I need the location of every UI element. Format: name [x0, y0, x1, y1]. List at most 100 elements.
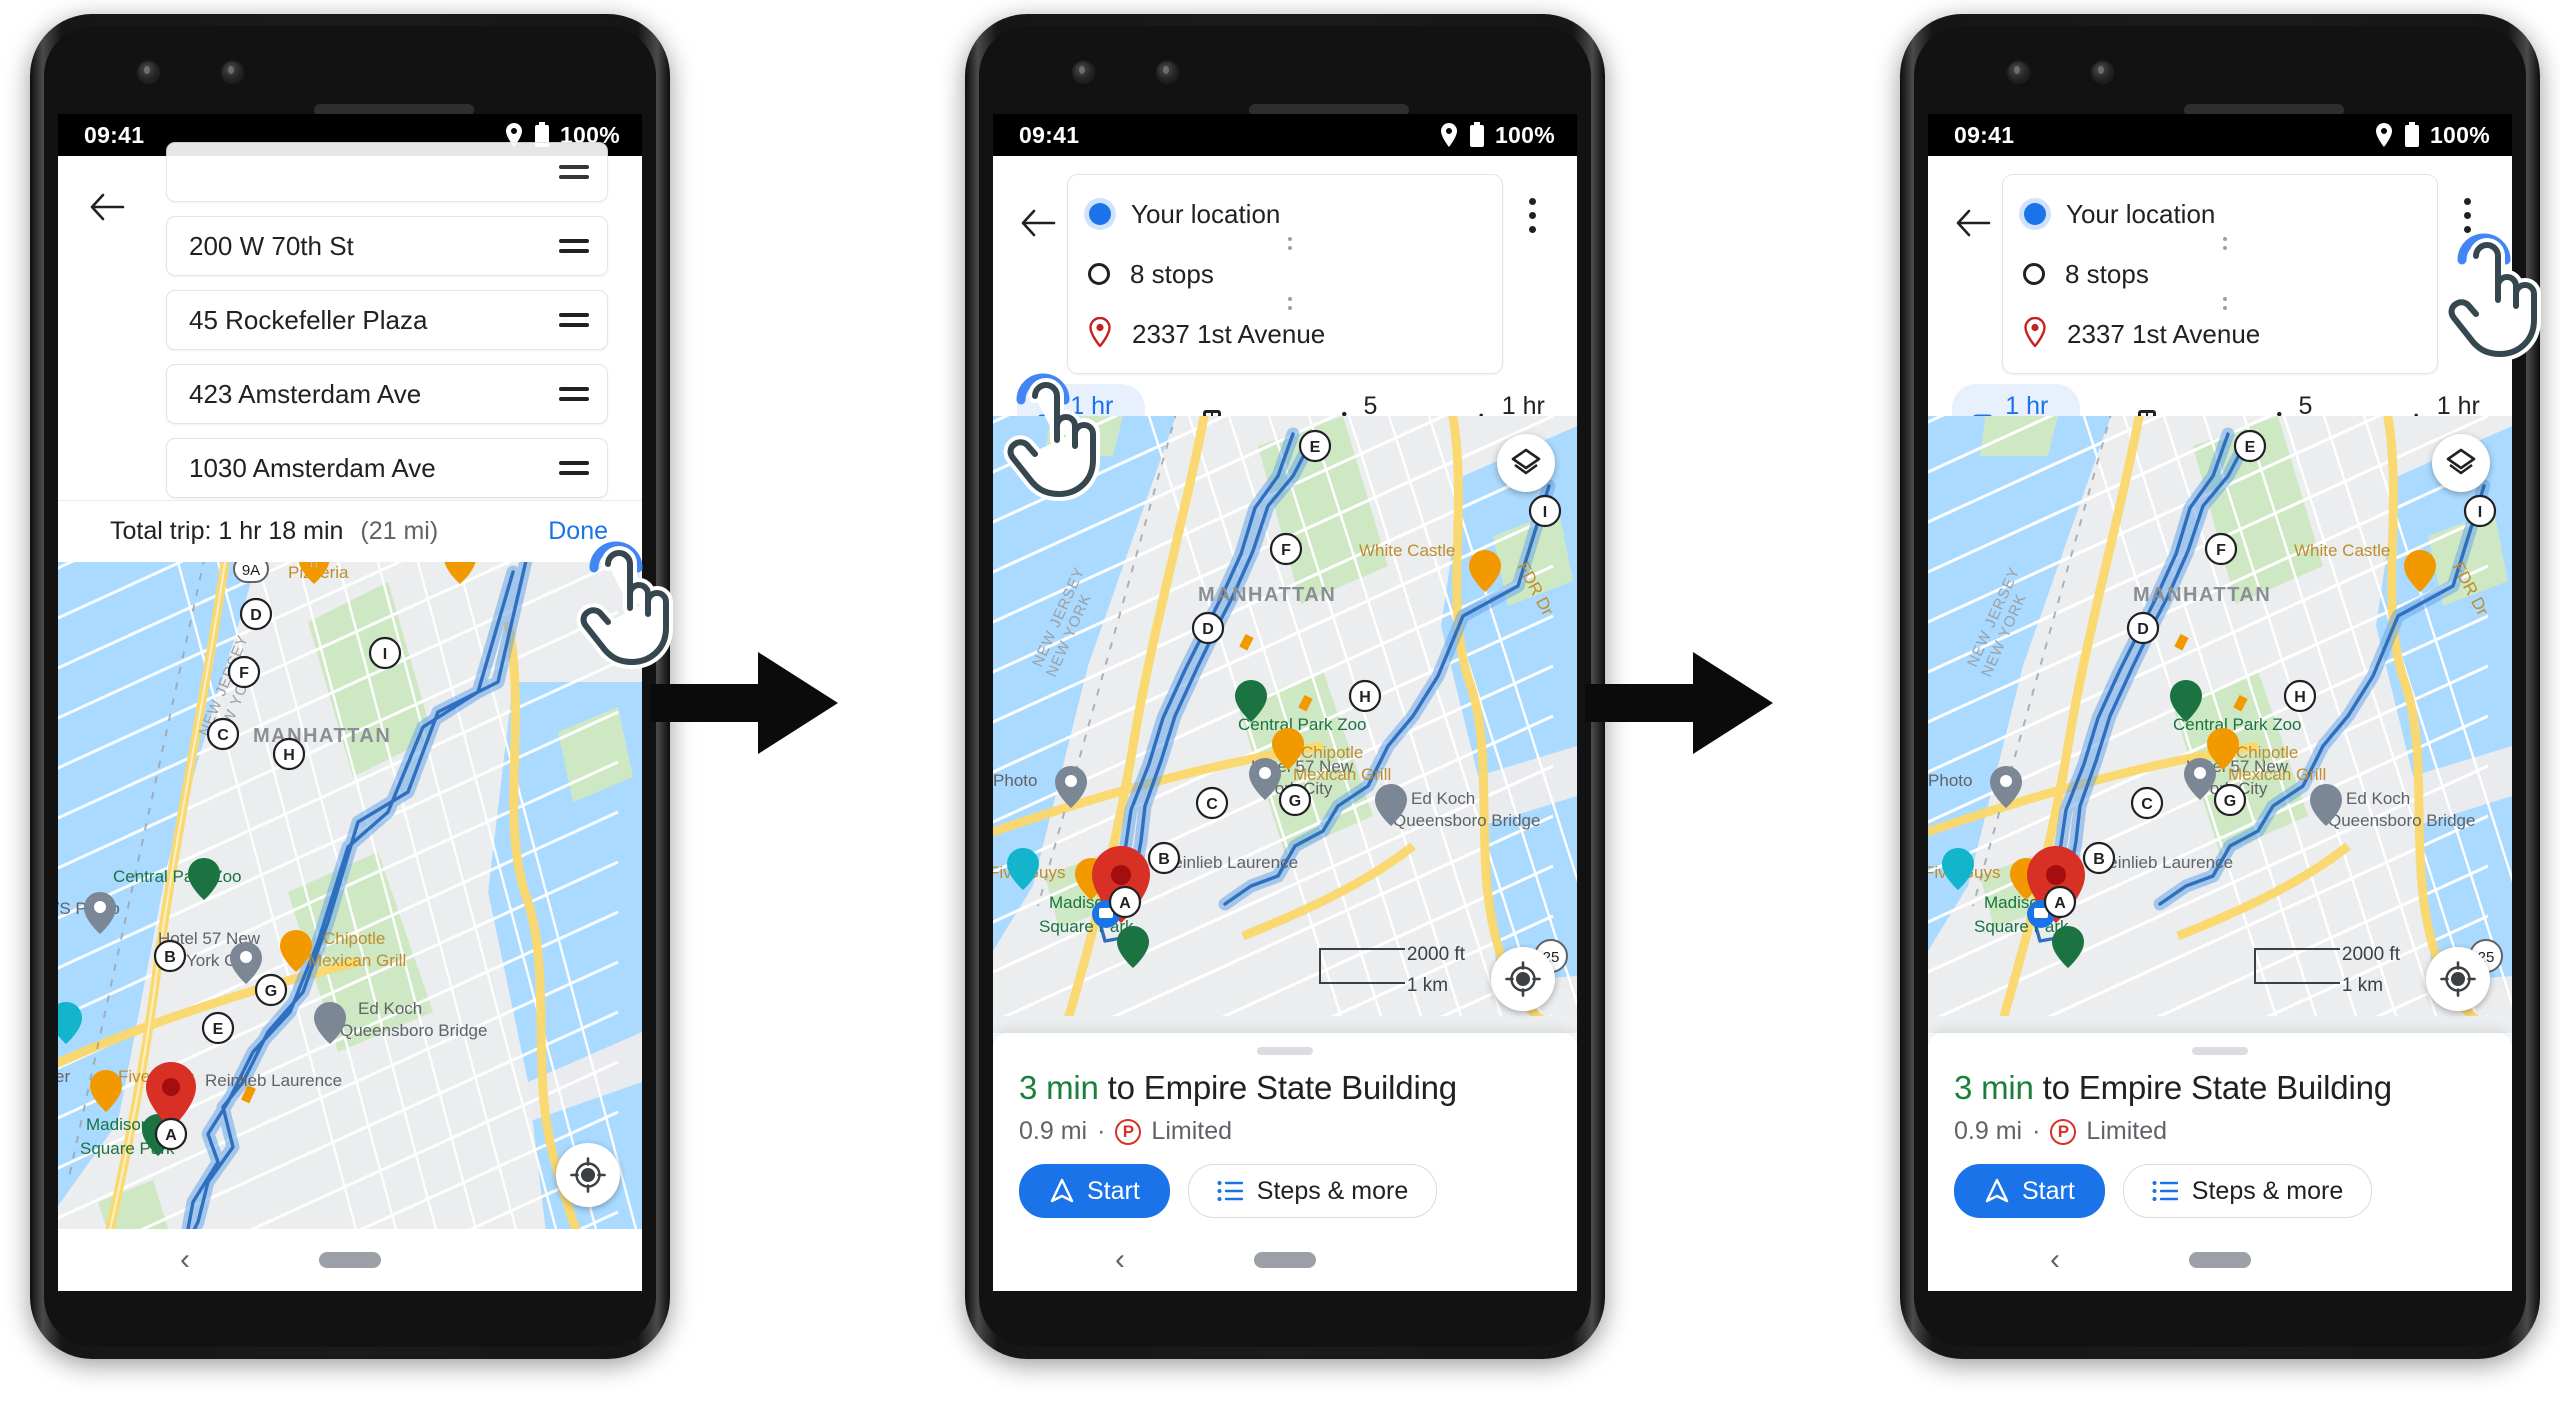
drag-handle-icon[interactable]: [559, 387, 589, 401]
stop-row[interactable]: 45 Rockefeller Plaza: [166, 290, 608, 350]
destination-subtitle: 0.9 mi · P Limited: [1019, 1117, 1551, 1146]
navigation-arrow-icon: [1985, 1178, 2009, 1203]
svg-text:MANHATTAN: MANHATTAN: [253, 725, 391, 747]
drag-handle-icon[interactable]: [559, 239, 589, 253]
stops-list: 200 W 70th St 45 Rockefeller Plaza 423 A…: [166, 142, 608, 512]
route-destination-row[interactable]: 2337 1st Avenue: [1088, 311, 1484, 357]
destination-card: 3 min to Empire State Building 0.9 mi · …: [1928, 1033, 2512, 1229]
status-time: 09:41: [1954, 121, 2015, 148]
front-camera-secondary-icon: [1155, 60, 1181, 86]
parking-availability: Limited: [2086, 1117, 2168, 1145]
nav-back-icon[interactable]: ‹: [1115, 1245, 1125, 1275]
overflow-menu-button[interactable]: [1503, 198, 1561, 233]
phone-3-body: 09:41 100% Your location 8 stops 2337 1s…: [1914, 26, 2526, 1347]
my-location-icon: [2440, 961, 2476, 997]
route-stops-row[interactable]: 8 stops: [2023, 251, 2419, 297]
svg-text:C: C: [2141, 796, 2153, 813]
nav-home-pill-icon[interactable]: [2189, 1252, 2251, 1268]
steps-and-more-button[interactable]: Steps & more: [1187, 1164, 1438, 1218]
drag-handle-icon[interactable]: [559, 461, 589, 475]
system-nav-bar: ‹: [1928, 1229, 2512, 1291]
front-camera-secondary-icon: [220, 60, 246, 86]
steps-and-more-button[interactable]: Steps & more: [2122, 1164, 2373, 1218]
back-arrow-icon[interactable]: [1944, 194, 2002, 252]
start-button[interactable]: Start: [1954, 1164, 2105, 1218]
nav-back-icon[interactable]: ‹: [2050, 1245, 2060, 1275]
route-origin-row[interactable]: Your location: [1088, 191, 1484, 237]
svg-text:Queensboro Bridge: Queensboro Bridge: [2328, 811, 2475, 830]
sheet-grabber-icon[interactable]: [2192, 1047, 2248, 1055]
map-canvas[interactable]: NEW JERSEY NEW YORK MANHATTAN White Cast…: [993, 416, 1577, 1033]
route-origin-row[interactable]: Your location: [2023, 191, 2419, 237]
status-bar: 09:41 100%: [993, 114, 1577, 156]
destination-name: to Empire State Building: [2033, 1069, 2392, 1106]
start-button[interactable]: Start: [1019, 1164, 1170, 1218]
svg-text:G: G: [265, 983, 277, 1000]
phone-1-sensors: [44, 60, 656, 116]
nav-home-pill-icon[interactable]: [1254, 1252, 1316, 1268]
route-destination-label: 2337 1st Avenue: [2067, 318, 2261, 349]
phone-2-screen: 09:41 100% Your location 8 stops 2337 1s…: [993, 114, 1577, 1291]
drag-handle-icon[interactable]: [559, 165, 589, 179]
steps-label: Steps & more: [1256, 1176, 1409, 1205]
my-location-button[interactable]: [1491, 947, 1555, 1011]
phone-3: 09:41 100% Your location 8 stops 2337 1s…: [1900, 14, 2541, 1359]
back-arrow-icon[interactable]: [1009, 194, 1067, 252]
back-arrow-icon[interactable]: [80, 180, 134, 234]
start-label: Start: [1087, 1176, 1140, 1205]
status-bar: 09:41 100%: [1928, 114, 2512, 156]
stop-row[interactable]: 200 W 70th St: [166, 216, 608, 276]
stop-row[interactable]: 423 Amsterdam Ave: [166, 364, 608, 424]
svg-text:I: I: [383, 646, 387, 663]
svg-text:Mexican Grill: Mexican Grill: [1293, 765, 1391, 784]
route-stops-row[interactable]: 8 stops: [1088, 251, 1484, 297]
svg-text:Ed Koch: Ed Koch: [1411, 789, 1475, 808]
map-layers-button[interactable]: [2432, 434, 2490, 492]
route-destination-row[interactable]: 2337 1st Avenue: [2023, 311, 2419, 357]
done-button[interactable]: Done: [548, 517, 608, 546]
map-canvas[interactable]: NEW JERSEY NEW YORK MANHATTAN Famous Fam…: [58, 562, 642, 1229]
stop-row[interactable]: 1030 Amsterdam Ave: [166, 438, 608, 498]
phone-2-body: 09:41 100% Your location 8 stops 2337 1s…: [979, 26, 1591, 1347]
list-icon: [2152, 1181, 2178, 1201]
overflow-menu-button[interactable]: [2438, 198, 2496, 233]
map-scale-bar: 2000 ft 1 km: [1318, 944, 1465, 997]
sheet-grabber-icon[interactable]: [1257, 1047, 1313, 1055]
svg-text:D: D: [250, 607, 262, 624]
stop-row-partial[interactable]: [166, 142, 608, 202]
my-location-icon: [570, 1157, 606, 1193]
nav-back-icon[interactable]: ‹: [180, 1245, 190, 1275]
overflow-menu-icon: [1528, 198, 1536, 233]
stop-circle-icon: [2023, 263, 2045, 285]
screenshot-stage: 09:41 100% 200 W 70th St 45 Rockefeller …: [0, 0, 2560, 1407]
stop-address: 423 Amsterdam Ave: [189, 378, 422, 409]
stop-address: 200 W 70th St: [189, 230, 354, 261]
drag-handle-icon[interactable]: [559, 313, 589, 327]
battery-percent: 100%: [1494, 121, 1555, 148]
overflow-menu-icon: [2463, 198, 2471, 233]
stops-editor-panel: 200 W 70th St 45 Rockefeller Plaza 423 A…: [58, 142, 642, 1291]
map-canvas[interactable]: NEW JERSEY NEW YORK MANHATTAN White Cast…: [1928, 416, 2512, 1033]
svg-text:MANHATTAN: MANHATTAN: [2133, 584, 2271, 606]
map-layers-icon: [1511, 448, 1541, 475]
svg-text:C: C: [217, 727, 229, 744]
my-location-button[interactable]: [556, 1143, 620, 1207]
my-location-button[interactable]: [2426, 947, 2490, 1011]
map-render: NEW JERSEY NEW YORK MANHATTAN White Cast…: [1928, 416, 2512, 1016]
map-layers-icon: [2446, 448, 2476, 475]
svg-text:White Castle: White Castle: [2294, 541, 2390, 560]
scale-bracket-icon: [2253, 948, 2340, 984]
route-endpoints-card[interactable]: Your location 8 stops 2337 1st Avenue: [1067, 174, 1503, 374]
route-endpoints-card[interactable]: Your location 8 stops 2337 1st Avenue: [2002, 174, 2438, 374]
svg-text:H: H: [283, 747, 295, 764]
location-pin-icon: [2375, 123, 2392, 147]
svg-text:Madison: Madison: [86, 1115, 150, 1134]
scale-bracket-icon: [1318, 948, 1405, 984]
svg-text:Ed Koch: Ed Koch: [2346, 789, 2410, 808]
svg-text:White Castle: White Castle: [1359, 541, 1455, 560]
svg-text:H: H: [2294, 689, 2306, 706]
subtitle-separator: ·: [2032, 1117, 2041, 1145]
map-layers-button[interactable]: [1497, 434, 1555, 492]
battery-icon: [1469, 122, 1484, 147]
nav-home-pill-icon[interactable]: [319, 1252, 381, 1268]
